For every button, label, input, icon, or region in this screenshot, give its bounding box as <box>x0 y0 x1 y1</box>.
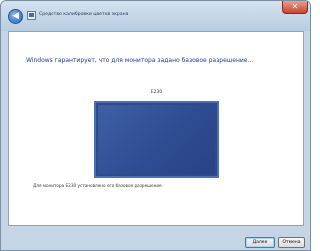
close-button[interactable]: ✕ <box>282 1 308 14</box>
arrow-left-icon: ◀ <box>12 11 19 21</box>
title-bar: ◀ Средство калибровки цветов экрана ✕ <box>1 1 310 31</box>
page-heading: Windows гарантирует, что для монитора за… <box>26 57 254 64</box>
monitor-screen <box>98 105 215 174</box>
calibration-window: ◀ Средство калибровки цветов экрана ✕ Wi… <box>0 0 311 251</box>
display-color-icon <box>27 11 36 20</box>
cancel-button[interactable]: Отмена <box>278 237 305 248</box>
monitor-preview <box>94 101 219 178</box>
monitor-name-label: E230 <box>150 90 163 95</box>
window-title: Средство калибровки цветов экрана <box>39 12 129 17</box>
back-button[interactable]: ◀ <box>8 9 23 24</box>
next-button[interactable]: Далее <box>245 237 275 248</box>
resolution-status-text: Для монитора E230 установлено его базово… <box>33 183 163 188</box>
